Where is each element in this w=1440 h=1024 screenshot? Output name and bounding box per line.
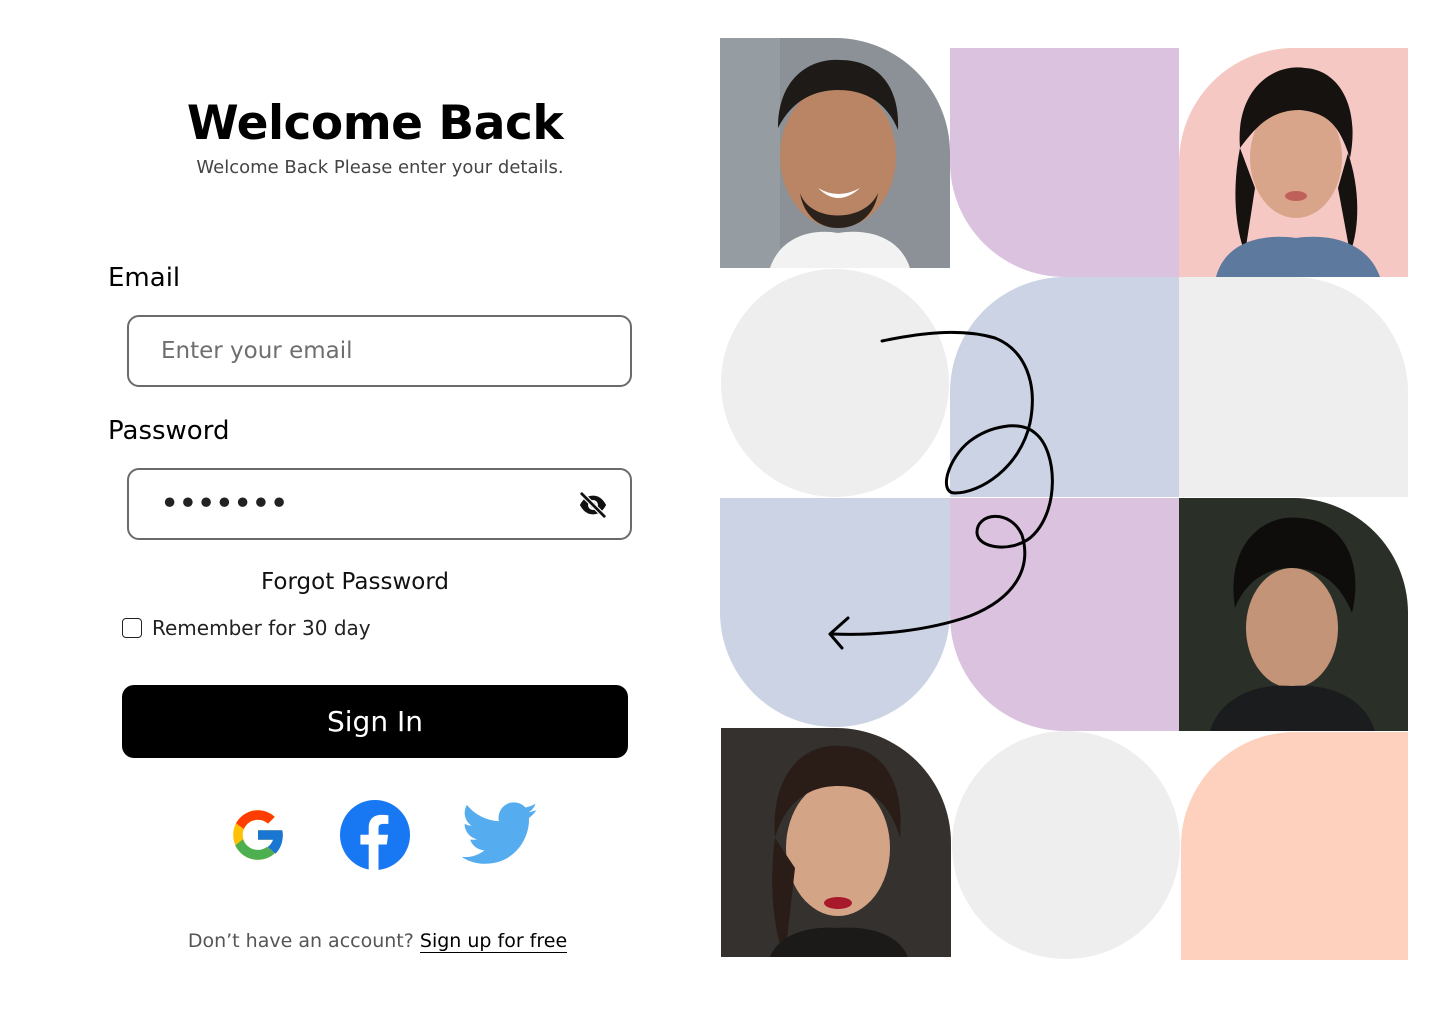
page-subtitle: Welcome Back Please enter your details. xyxy=(196,157,564,178)
remember-label: Remember for 30 day xyxy=(152,616,371,640)
gray-circle-tile-bottom xyxy=(952,731,1180,959)
periwinkle-arch-tile xyxy=(720,498,950,727)
gray-tile xyxy=(1179,277,1408,497)
decorative-mosaic xyxy=(720,38,1408,960)
sign-in-button[interactable]: Sign In xyxy=(122,685,628,758)
forgot-password-link[interactable]: Forgot Password xyxy=(200,569,510,595)
lavender-tile xyxy=(950,48,1179,277)
remember-checkbox[interactable] xyxy=(122,618,142,638)
gray-circle-tile xyxy=(721,269,949,497)
password-field-box[interactable]: ••••••• xyxy=(127,468,632,540)
password-label: Password xyxy=(108,416,230,446)
portrait-woman-red-lips xyxy=(721,728,951,957)
signup-prompt: Don’t have an account? Sign up for free xyxy=(140,930,615,953)
password-input[interactable]: ••••••• xyxy=(161,470,289,538)
portrait-man-smiling xyxy=(720,38,950,268)
portrait-young-man xyxy=(1179,498,1408,731)
portrait-woman-pink-background xyxy=(1179,48,1408,277)
periwinkle-tile xyxy=(950,277,1179,497)
email-field-box[interactable] xyxy=(127,315,632,387)
facebook-icon[interactable] xyxy=(340,800,410,870)
signup-link[interactable]: Sign up for free xyxy=(419,930,568,953)
signup-prompt-text: Don’t have an account? xyxy=(187,930,414,952)
email-label: Email xyxy=(108,263,181,293)
google-icon[interactable] xyxy=(226,803,290,867)
page-title: Welcome Back xyxy=(186,96,564,151)
eye-off-icon[interactable] xyxy=(578,490,608,520)
remember-me: Remember for 30 day xyxy=(122,616,371,640)
lavender-arch-tile xyxy=(950,498,1179,731)
twitter-icon[interactable] xyxy=(462,802,539,866)
peach-tile xyxy=(1181,732,1408,960)
email-input[interactable] xyxy=(161,317,561,385)
